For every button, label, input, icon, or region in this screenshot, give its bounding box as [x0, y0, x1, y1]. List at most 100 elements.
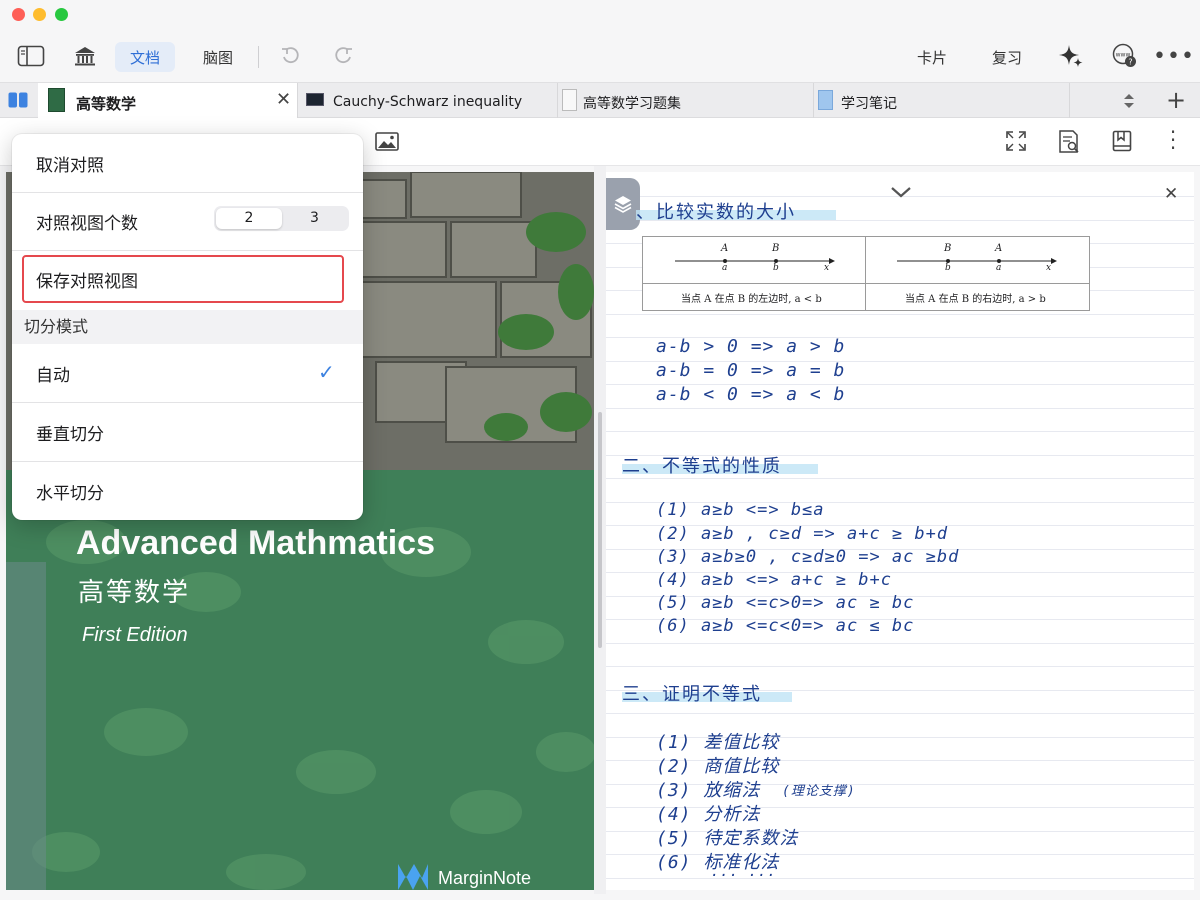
split-auto-label: 自动: [36, 365, 70, 386]
app-window: 文档 脑图 卡片 复习 www? ••• 高等数学 ✕ Cauchy-Schwa…: [0, 0, 1200, 900]
cards-button[interactable]: 卡片: [908, 42, 956, 72]
redo-icon[interactable]: [330, 42, 356, 70]
compare-view-menu: 取消对照 对照视图个数 2 3 保存对照视图 切分模式 自动 ✓ 垂直切分 水平…: [12, 134, 363, 520]
point-label: b: [945, 263, 951, 273]
tab-label: 高等数学: [76, 95, 137, 113]
book-thumbnail-icon: [48, 88, 65, 112]
add-tab-icon[interactable]: +: [1166, 86, 1186, 114]
video-thumbnail-icon: [306, 93, 324, 106]
axis-label: x: [1046, 263, 1052, 273]
document-tab-bar: 高等数学 ✕ Cauchy-Schwarz inequality 高等数学习题集…: [0, 82, 1200, 119]
view-count-segmented[interactable]: 2 3: [214, 206, 349, 231]
view-count-label: 对照视图个数: [36, 213, 138, 234]
toolbar-divider: [258, 46, 259, 68]
view-count-option-3[interactable]: 3: [282, 208, 347, 229]
ruled-line: [606, 431, 1194, 432]
split-horizontal-item[interactable]: 水平切分: [12, 462, 363, 520]
method-note: (理论支撑): [782, 784, 856, 799]
bookmark-icon[interactable]: [1112, 130, 1132, 156]
zoom-window-button[interactable]: [55, 8, 68, 21]
svg-text:?: ?: [1128, 58, 1132, 67]
section-heading-3: 三、证明不等式: [622, 684, 762, 705]
notebook-thumbnail-icon: [818, 90, 833, 110]
point-label: b: [773, 263, 779, 273]
ai-sparkle-icon[interactable]: [1056, 42, 1086, 70]
section-heading-2: 二、不等式的性质: [622, 456, 782, 477]
ruled-line: [606, 642, 1194, 644]
main-toolbar: 文档 脑图 卡片 复习 www? •••: [0, 30, 1200, 82]
number-line-diagram: A B a b x B A b a x 当点 A 在点 B 的左边时, a < …: [642, 236, 1090, 311]
vertical-more-icon[interactable]: · · ·: [1168, 122, 1178, 158]
close-pane-icon[interactable]: ✕: [1164, 184, 1178, 204]
close-window-button[interactable]: [12, 8, 25, 21]
diagram-caption: 当点 A 在点 B 的右边时, a > b: [905, 294, 1046, 305]
split-auto-item[interactable]: 自动 ✓: [12, 344, 363, 402]
sidebar-toggle-icon[interactable]: [16, 42, 46, 70]
tab-label: 学习笔记: [841, 96, 897, 112]
point-label: a: [722, 263, 728, 273]
collapse-chevron-icon[interactable]: [890, 184, 912, 203]
compare-line: a-b = 0 => a = b: [656, 360, 846, 381]
point-label: A: [995, 243, 1003, 254]
tab-mindmap-mode[interactable]: 脑图: [188, 42, 248, 72]
method-line: (3) 放缩法: [656, 780, 761, 801]
method-line: (1) 差值比较: [656, 732, 780, 753]
minimize-window-button[interactable]: [33, 8, 46, 21]
tab-sort-icon[interactable]: [1122, 91, 1136, 115]
property-line: (2) a≥b , c≥d => a+c ≥ b+d: [656, 524, 949, 544]
property-line: (3) a≥b≥0 , c≥d≥0 => ac ≥bd: [656, 547, 960, 567]
compare-line: a-b < 0 => a < b: [656, 384, 846, 405]
point-label: B: [772, 243, 780, 254]
split-divider[interactable]: [594, 166, 606, 894]
axis-label: x: [824, 263, 830, 273]
close-tab-icon[interactable]: ✕: [276, 89, 291, 110]
review-button[interactable]: 复习: [983, 42, 1031, 72]
split-handle[interactable]: [598, 412, 602, 648]
checkmark-icon: ✓: [318, 360, 335, 384]
split-vertical-item[interactable]: 垂直切分: [12, 403, 363, 461]
compare-view-icon[interactable]: [8, 92, 28, 112]
point-label: A: [721, 243, 729, 254]
web-search-icon[interactable]: www?: [1110, 42, 1140, 70]
tab-label: Cauchy-Schwarz inequality: [333, 94, 523, 110]
ruled-line: [606, 313, 1194, 315]
ellipsis: ··· ···: [710, 868, 777, 884]
tab-label: 高等数学习题集: [583, 96, 681, 112]
tab-study-notes[interactable]: 学习笔记: [814, 83, 1070, 119]
view-count-option-2[interactable]: 2: [216, 208, 282, 229]
tab-cauchy-schwarz[interactable]: Cauchy-Schwarz inequality: [298, 83, 558, 119]
more-options-icon[interactable]: •••: [1153, 42, 1194, 70]
diagram-caption: 当点 A 在点 B 的左边时, a < b: [681, 294, 822, 305]
ruled-line: [606, 478, 1194, 479]
split-mode-header: 切分模式: [12, 310, 363, 344]
ruled-line: [606, 666, 1194, 667]
document-thumbnail-icon: [562, 89, 577, 111]
book-edition: First Edition: [82, 624, 188, 646]
section-heading-1: 、比较实数的大小: [636, 202, 796, 223]
image-icon[interactable]: [375, 132, 399, 156]
cancel-compare-item[interactable]: 取消对照: [12, 134, 363, 192]
book-title-en: Advanced Mathmatics: [76, 524, 435, 562]
tab-advanced-math[interactable]: 高等数学 ✕: [38, 83, 298, 119]
property-line: (6) a≥b <=c<0=> ac ≤ bc: [656, 616, 915, 636]
point-label: B: [944, 243, 952, 254]
library-icon[interactable]: [72, 42, 98, 70]
notes-pane[interactable]: ✕ 、比较实数的大小 A B a b x B A b a x 当点 A 在点 B…: [606, 172, 1194, 890]
book-title-zh: 高等数学: [78, 578, 191, 608]
layers-icon: [614, 196, 632, 213]
ruled-line: [606, 713, 1194, 714]
ruled-line: [606, 407, 1194, 409]
method-line: (5) 待定系数法: [656, 828, 799, 849]
ruled-line: [606, 877, 1194, 879]
publisher-brand: MarginNote: [438, 868, 532, 888]
layers-panel-toggle[interactable]: [606, 178, 640, 230]
property-line: (4) a≥b <=> a+c ≥ b+c: [656, 570, 892, 590]
highlight-box: [22, 255, 344, 303]
undo-icon[interactable]: [278, 42, 304, 70]
document-search-icon[interactable]: [1058, 129, 1080, 159]
property-line: (1) a≥b <=> b≤a: [656, 500, 825, 520]
tab-exercise-book[interactable]: 高等数学习题集: [558, 83, 814, 119]
property-line: (5) a≥b <=c>0=> ac ≥ bc: [656, 593, 915, 613]
tab-document-mode[interactable]: 文档: [115, 42, 175, 72]
fullscreen-icon[interactable]: [1005, 130, 1027, 156]
